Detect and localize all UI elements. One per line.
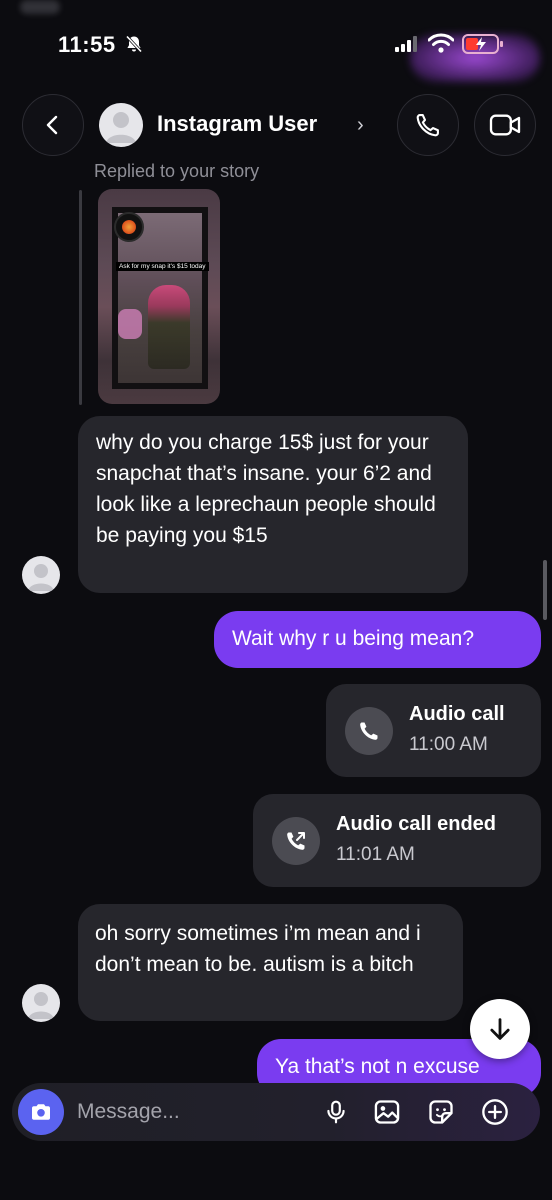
- arrow-down-icon: [490, 1018, 510, 1040]
- contact-name[interactable]: Instagram User: [157, 111, 317, 137]
- sender-avatar[interactable]: [22, 556, 60, 594]
- message-composer: [12, 1083, 540, 1141]
- story-decor: [118, 309, 142, 339]
- microphone-icon: [327, 1100, 345, 1124]
- call-icon-circle: [345, 707, 393, 755]
- incoming-message[interactable]: why do you charge 15$ just for your snap…: [78, 416, 468, 593]
- scroll-to-bottom-button[interactable]: [470, 999, 530, 1059]
- call-time: 11:01 AM: [336, 844, 415, 865]
- story-thumbnail[interactable]: Ask for my snap it's $15 today: [98, 189, 220, 404]
- sticker-button[interactable]: [424, 1095, 458, 1129]
- phone-outgoing-icon: [287, 832, 305, 850]
- microphone-button[interactable]: [319, 1095, 353, 1129]
- audio-call-button[interactable]: [397, 94, 459, 156]
- video-call-button[interactable]: [474, 94, 536, 156]
- outgoing-message[interactable]: Wait why r u being mean?: [214, 611, 541, 668]
- reply-quote-line: [79, 190, 82, 405]
- screen-smudge: [20, 0, 60, 14]
- camera-button[interactable]: [18, 1089, 64, 1135]
- wifi-icon: [427, 33, 455, 53]
- audio-call-ended-card[interactable]: Audio call ended 11:01 AM: [253, 794, 541, 887]
- contact-avatar[interactable]: [99, 103, 143, 147]
- audio-call-card[interactable]: Audio call 11:00 AM: [326, 684, 541, 777]
- phone-icon: [416, 114, 439, 137]
- back-chevron-icon: [46, 115, 58, 135]
- status-time: 11:55: [58, 32, 116, 57]
- chevron-right-icon[interactable]: ›: [357, 114, 364, 137]
- gallery-button[interactable]: [370, 1095, 404, 1129]
- call-time: 11:00 AM: [409, 734, 488, 755]
- sender-avatar[interactable]: [22, 984, 60, 1022]
- sticker-icon: [429, 1100, 453, 1124]
- message-input[interactable]: [77, 1096, 307, 1128]
- story-music-sticker-icon: [114, 212, 144, 242]
- gallery-icon: [374, 1100, 400, 1124]
- battery-charging-icon: [462, 33, 504, 55]
- story-caption: Ask for my snap it's $15 today: [116, 262, 209, 271]
- replied-to-story-label: Replied to your story: [94, 161, 260, 181]
- cellular-signal-icon: [395, 36, 421, 52]
- more-button[interactable]: [478, 1095, 512, 1129]
- story-person: [148, 285, 190, 369]
- phone-icon: [360, 722, 378, 740]
- call-icon-circle: [272, 817, 320, 865]
- chat-header: Instagram User ›: [0, 92, 552, 158]
- status-bar: 11:55: [0, 0, 552, 90]
- scrollbar[interactable]: [543, 560, 547, 620]
- back-button[interactable]: [22, 94, 84, 156]
- plus-icon: [482, 1099, 508, 1125]
- bell-off-icon: [124, 34, 144, 54]
- incoming-message[interactable]: oh sorry sometimes i’m mean and i don’t …: [78, 904, 463, 1021]
- call-title: Audio call ended: [336, 813, 497, 835]
- video-camera-icon: [489, 114, 521, 136]
- camera-icon: [32, 1104, 50, 1120]
- call-title: Audio call: [409, 703, 505, 725]
